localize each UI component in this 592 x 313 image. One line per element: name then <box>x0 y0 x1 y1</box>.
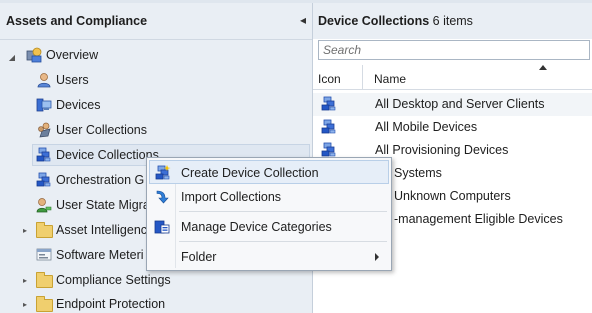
results-count: 6 items <box>432 14 473 28</box>
tree-item-compliance-settings[interactable]: Compliance Settings <box>36 269 236 291</box>
folder-icon <box>36 222 53 238</box>
menu-item-label: Manage Device Categories <box>181 220 332 234</box>
tree-item-label: Device Collections <box>56 148 159 162</box>
tree-item-endpoint-protection[interactable]: Endpoint Protection <box>36 293 236 313</box>
tree-item-devices[interactable]: Devices <box>36 94 236 116</box>
tree-item-user-collections[interactable]: User Collections <box>36 119 236 141</box>
import-arrow-icon <box>156 190 169 204</box>
tree-item-label: User Collections <box>56 123 148 137</box>
results-header: Device Collections 6 items <box>313 3 592 39</box>
chevron-left-icon[interactable]: ◂ <box>300 13 306 27</box>
menu-item-create-device-collection[interactable]: Create Device Collection <box>149 160 389 184</box>
menu-item-manage-device-categories[interactable]: Manage Device Categories <box>149 215 389 239</box>
collection-name: -management Eligible Devices <box>394 212 563 226</box>
tree-item-label: Compliance Settings <box>56 273 171 287</box>
menu-item-folder[interactable]: Folder <box>149 245 389 269</box>
table-row[interactable]: All Mobile Devices <box>313 116 592 139</box>
tree-item-users[interactable]: Users <box>36 69 236 91</box>
tree-item-label: Devices <box>56 98 101 112</box>
expander-endpoint-protection[interactable]: ▸ <box>20 300 30 310</box>
device-collection-icon <box>321 96 336 111</box>
user-state-migration-icon <box>36 198 52 213</box>
tree-item-label: Users <box>56 73 89 87</box>
tree-item-label: Software Meteri <box>56 248 144 262</box>
overview-icon <box>26 47 42 63</box>
menu-separator <box>179 211 387 212</box>
column-header-icon[interactable]: Icon <box>313 65 363 89</box>
device-collection-icon <box>321 142 336 157</box>
sort-ascending-icon <box>539 65 547 70</box>
column-header-name[interactable]: Name <box>364 65 592 89</box>
collection-name: All Mobile Devices <box>375 120 478 134</box>
search-input[interactable] <box>318 40 590 60</box>
menu-item-label: Create Device Collection <box>181 166 319 180</box>
device-collection-icon <box>36 147 51 162</box>
workspace-title: Assets and Compliance <box>6 14 148 28</box>
software-metering-icon <box>36 248 52 261</box>
collection-name: Systems <box>394 166 442 180</box>
tree-item-overview[interactable]: Overview <box>26 44 226 66</box>
context-menu: Create Device Collection Import Collecti… <box>146 157 392 271</box>
collection-name: All Desktop and Server Clients <box>375 97 545 111</box>
menu-separator <box>179 241 387 242</box>
column-header-divider <box>313 89 592 90</box>
device-collection-icon <box>155 165 171 180</box>
device-categories-icon <box>154 220 170 234</box>
menu-item-label: Import Collections <box>181 190 282 204</box>
user-icon <box>37 73 51 88</box>
user-collection-icon <box>38 122 51 138</box>
collection-name: Unknown Computers <box>394 189 511 203</box>
folder-icon <box>36 272 53 288</box>
device-collection-icon <box>321 119 336 134</box>
tree-item-label: Overview <box>46 48 99 62</box>
table-row[interactable]: All Desktop and Server Clients <box>313 93 592 116</box>
collection-name: All Provisioning Devices <box>375 143 509 157</box>
menu-item-label: Folder <box>181 250 217 264</box>
tree-item-label: Endpoint Protection <box>56 297 166 311</box>
tree-item-label: Asset Intelligenc <box>56 223 148 237</box>
orchestration-icon <box>36 172 51 187</box>
expander-compliance-settings[interactable]: ▸ <box>20 276 30 286</box>
results-title-text: Device Collections <box>318 14 430 28</box>
results-title: Device Collections 6 items <box>318 14 473 28</box>
expander-overview[interactable]: ◢ <box>7 53 17 63</box>
expander-asset-intelligence[interactable]: ▸ <box>20 226 30 236</box>
navigation-header: Assets and Compliance ◂ <box>0 3 312 40</box>
tree-item-label: User State Migra <box>56 198 150 212</box>
folder-icon <box>36 296 53 312</box>
tree-item-label: Orchestration G <box>56 173 145 187</box>
devices-icon <box>36 98 52 112</box>
chevron-right-icon <box>375 253 379 261</box>
menu-item-import-collections[interactable]: Import Collections <box>149 185 389 209</box>
